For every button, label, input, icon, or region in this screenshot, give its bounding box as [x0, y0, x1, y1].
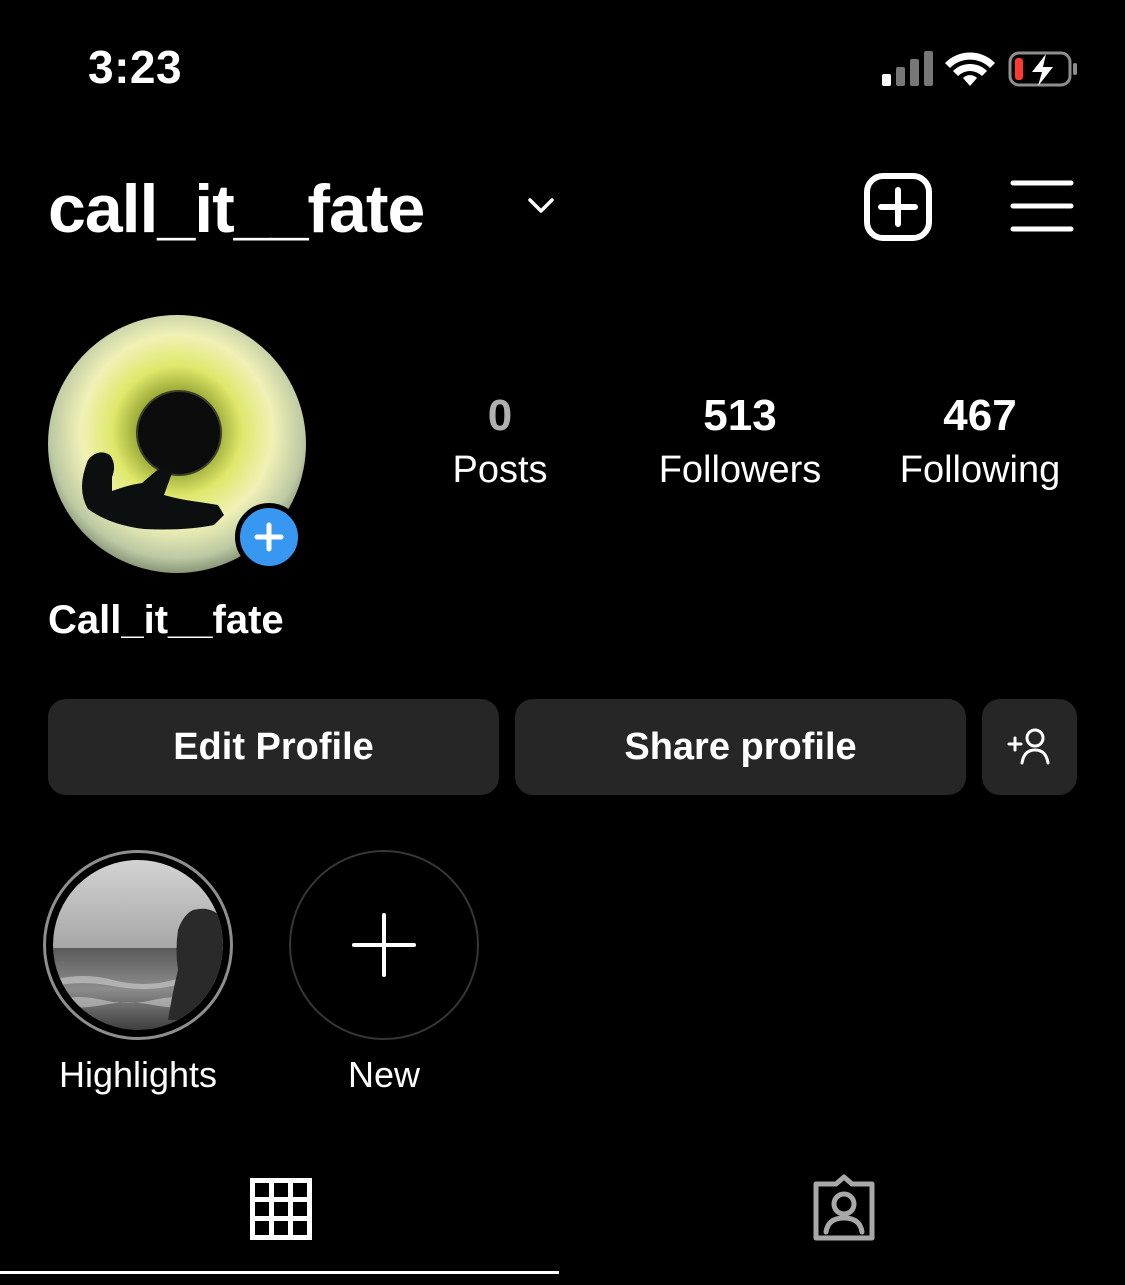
hamburger-menu-icon[interactable]	[1010, 178, 1074, 234]
tagged-icon[interactable]	[810, 1174, 878, 1242]
stat-count: 513	[703, 391, 777, 440]
discover-people-button[interactable]	[982, 699, 1077, 795]
username-title[interactable]: call_it__fate	[48, 170, 425, 248]
stat-count: 467	[943, 391, 1017, 440]
stat-following[interactable]: 467 Following	[870, 390, 1090, 498]
status-time: 3:23	[88, 41, 183, 93]
active-tab-indicator	[0, 1271, 559, 1274]
wifi-icon	[945, 52, 995, 86]
new-highlight-button[interactable]	[289, 850, 479, 1040]
add-person-icon	[1007, 728, 1049, 765]
display-name: Call_it__fate	[48, 598, 284, 642]
add-story-button[interactable]	[235, 503, 303, 571]
highlight-item[interactable]	[43, 850, 233, 1040]
stat-count: 0	[487, 391, 513, 440]
highlight-label: New	[347, 1054, 421, 1095]
signal-icon	[882, 51, 933, 86]
stat-posts[interactable]: 0 Posts	[420, 390, 580, 498]
stat-label: Followers	[658, 449, 822, 491]
highlight-label: Highlights	[58, 1054, 218, 1095]
stat-label: Following	[899, 449, 1061, 491]
battery-charging-icon	[1008, 51, 1077, 87]
status-icons	[882, 51, 1077, 87]
plus-icon	[254, 522, 284, 552]
create-post-icon[interactable]	[863, 172, 933, 242]
edit-profile-button[interactable]: Edit Profile	[48, 699, 499, 795]
highlight-cover	[53, 860, 223, 1030]
grid-icon[interactable]	[250, 1178, 312, 1240]
chevron-down-icon[interactable]	[524, 188, 558, 222]
plus-icon	[352, 913, 416, 977]
share-profile-button[interactable]: Share profile	[515, 699, 966, 795]
stat-followers[interactable]: 513 Followers	[630, 390, 850, 498]
stat-label: Posts	[452, 449, 548, 491]
